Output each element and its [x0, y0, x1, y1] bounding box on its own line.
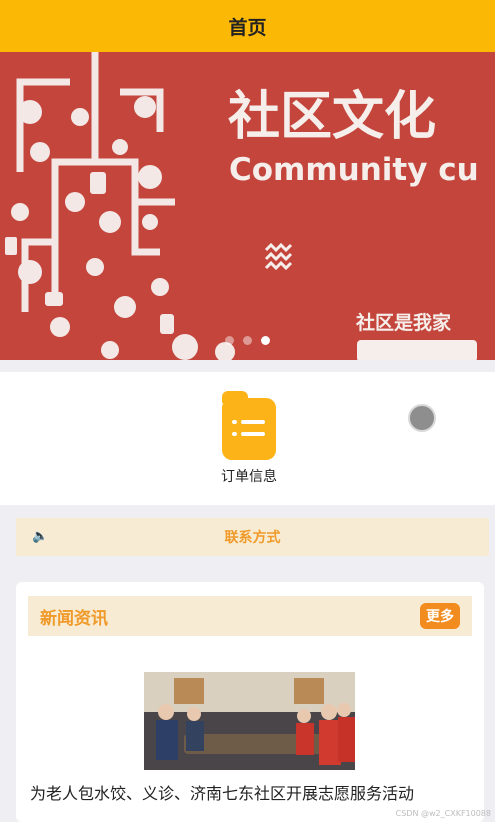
more-button[interactable]: 更多	[420, 603, 460, 629]
banner-tagline: 社区是我家	[355, 311, 452, 334]
floating-assistive-button[interactable]	[408, 404, 436, 432]
carousel-dot[interactable]	[225, 336, 234, 345]
news-title: 新闻资讯	[40, 608, 108, 629]
news-header: 新闻资讯 更多	[28, 596, 472, 636]
menu-item-order-info[interactable]: 订单信息	[212, 391, 286, 486]
carousel-dot[interactable]	[243, 336, 252, 345]
menu-grid: 订单信息	[0, 372, 495, 505]
carousel-indicators	[0, 336, 495, 345]
contact-notice-bar[interactable]: 🔈 联系方式	[16, 518, 489, 556]
banner-carousel[interactable]: 社区文化 Community cu 社区是我家	[0, 52, 495, 360]
notice-label: 联系方式	[224, 530, 281, 546]
document-list-icon	[222, 391, 276, 460]
banner-subheading: Community cu	[229, 152, 479, 188]
news-section: 新闻资讯 更多 为老人包水饺、义诊、济南七东社区开展志愿服务活动	[16, 582, 484, 822]
news-thumbnail[interactable]	[144, 672, 355, 770]
carousel-dot-active[interactable]	[261, 336, 270, 345]
menu-item-label: 订单信息	[221, 469, 277, 485]
banner-heading: 社区文化	[228, 87, 436, 147]
news-item-title[interactable]: 为老人包水饺、义诊、济南七东社区开展志愿服务活动	[30, 782, 470, 806]
banner-image: 社区文化 Community cu 社区是我家	[5, 52, 479, 360]
watermark: CSDN @w2_CXKF10088	[395, 809, 491, 818]
page-title: 首页	[228, 16, 267, 39]
speaker-icon: 🔈	[32, 529, 49, 544]
top-nav-bar: 首页	[0, 0, 495, 52]
